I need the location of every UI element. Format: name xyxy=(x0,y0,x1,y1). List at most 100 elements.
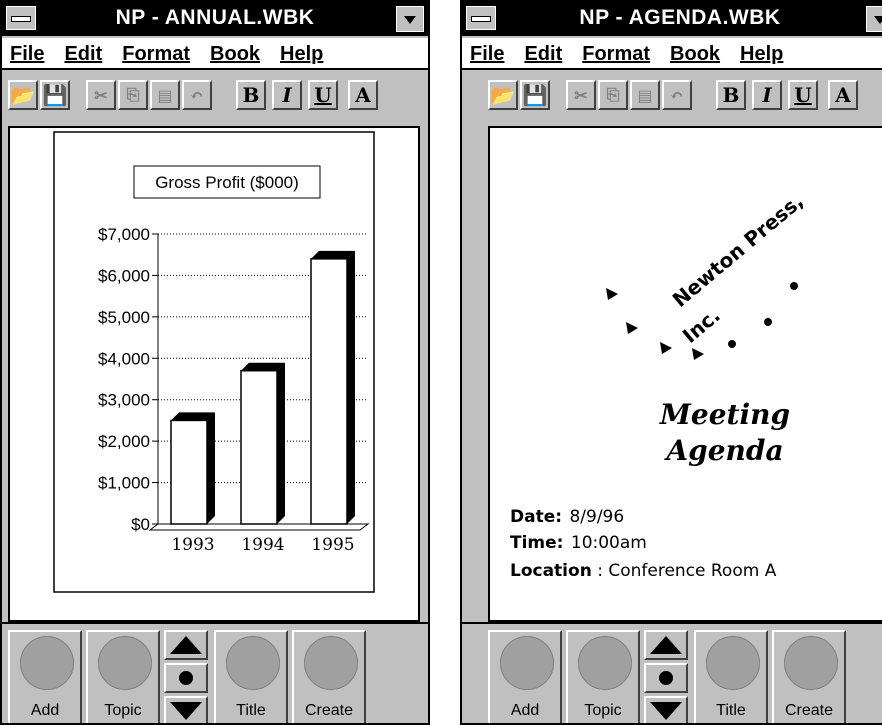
page-navigation xyxy=(164,630,208,723)
paste-icon[interactable]: ▤ xyxy=(630,80,660,110)
chart-title: Gross Profit ($000) xyxy=(155,173,299,192)
create-icon xyxy=(304,636,358,690)
bar-1994 xyxy=(240,369,278,525)
chart-floor xyxy=(148,523,370,531)
save-icon[interactable]: 💾 xyxy=(40,80,70,110)
undo-icon[interactable]: ↶ xyxy=(182,80,212,110)
system-menu-button[interactable] xyxy=(466,6,496,30)
font-button[interactable]: A xyxy=(348,80,378,110)
toolbar: 📂 💾 ✂ ⎘ ▤ ↶ B I U A xyxy=(462,74,882,114)
copy-icon[interactable]: ⎘ xyxy=(118,80,148,110)
open-folder-icon[interactable]: 📂 xyxy=(8,80,38,110)
add-button[interactable]: Add xyxy=(8,630,82,723)
agenda-window: NP - AGENDA.WBK File Edit Format Book He… xyxy=(460,0,882,725)
logo-arrow-mark xyxy=(626,322,638,334)
window-menu-button[interactable] xyxy=(866,6,882,32)
y-tick-label: $2,000 xyxy=(98,432,150,451)
y-tick-label: $0 xyxy=(131,515,150,534)
topic-page-icon xyxy=(98,636,152,690)
bar-side xyxy=(277,362,285,524)
topic-button[interactable]: Topic xyxy=(86,630,160,723)
bar-side xyxy=(347,250,355,524)
add-page-icon xyxy=(20,636,74,690)
menu-help[interactable]: Help xyxy=(740,38,783,68)
open-folder-icon[interactable]: 📂 xyxy=(488,80,518,110)
y-tick-label: $7,000 xyxy=(98,225,150,244)
x-tick-label: 1993 xyxy=(171,535,214,555)
topic-page-icon xyxy=(578,636,632,690)
italic-button[interactable]: I xyxy=(272,80,302,110)
menu-edit[interactable]: Edit xyxy=(64,38,102,68)
bold-button[interactable]: B xyxy=(236,80,266,110)
create-button-label: Create xyxy=(784,702,834,719)
topic-button-label: Topic xyxy=(584,702,622,719)
copy-icon[interactable]: ⎘ xyxy=(598,80,628,110)
annual-window: NP - ANNUAL.WBK File Edit Format Book He… xyxy=(0,0,430,725)
logo-arrow-mark xyxy=(660,342,672,354)
title-button-label: Title xyxy=(236,702,266,719)
topic-button[interactable]: Topic xyxy=(566,630,640,723)
next-page-button[interactable] xyxy=(164,696,208,723)
save-icon[interactable]: 💾 xyxy=(520,80,550,110)
bar-1993 xyxy=(170,419,208,525)
bar-side xyxy=(207,412,215,524)
document-page: Gross Profit ($000) $0 $1,000 $2,000 $3,000… xyxy=(8,126,420,622)
menu-bar: File Edit Format Book Help xyxy=(462,38,882,70)
underline-button[interactable]: U xyxy=(788,80,818,110)
toolbar: 📂 💾 ✂ ⎘ ▤ ↶ B I U A xyxy=(2,74,428,114)
x-tick-label: 1995 xyxy=(311,535,354,555)
title-bar[interactable]: NP - ANNUAL.WBK xyxy=(2,2,428,36)
title-button[interactable]: Title xyxy=(214,630,288,723)
previous-page-button[interactable] xyxy=(164,630,208,660)
menu-format[interactable]: Format xyxy=(122,38,190,68)
system-menu-button[interactable] xyxy=(6,6,36,30)
logo-company-name: Newton Press, xyxy=(668,189,808,312)
create-button[interactable]: Create xyxy=(292,630,366,723)
location-line: Location : Conference Room A xyxy=(510,561,777,581)
logo-dot xyxy=(764,318,772,326)
italic-button[interactable]: I xyxy=(752,80,782,110)
next-page-button[interactable] xyxy=(644,696,688,723)
logo-dot xyxy=(790,282,798,290)
gross-profit-chart: Gross Profit ($000) $0 $1,000 $2,000 $3,000… xyxy=(53,131,375,593)
bottom-bar: Add Topic Title Create xyxy=(2,622,428,723)
menu-help[interactable]: Help xyxy=(280,38,323,68)
undo-icon[interactable]: ↶ xyxy=(662,80,692,110)
menu-book[interactable]: Book xyxy=(210,38,260,68)
window-title: NP - ANNUAL.WBK xyxy=(115,6,315,29)
title-bar[interactable]: NP - AGENDA.WBK xyxy=(462,2,882,36)
cut-icon[interactable]: ✂ xyxy=(86,80,116,110)
underline-button[interactable]: U xyxy=(308,80,338,110)
heading-line-1: Meeting xyxy=(659,398,790,431)
time-line: Time: 10:00am xyxy=(510,533,647,553)
y-tick-label: $4,000 xyxy=(98,349,150,368)
open-book-icon xyxy=(706,636,760,690)
agenda-page: Newton Press, Inc. Meeting Agenda Date: … xyxy=(510,189,808,581)
paste-icon[interactable]: ▤ xyxy=(150,80,180,110)
menu-file[interactable]: File xyxy=(10,38,44,68)
menu-edit[interactable]: Edit xyxy=(524,38,562,68)
menu-file[interactable]: File xyxy=(470,38,504,68)
logo-dot xyxy=(728,340,736,348)
bold-button[interactable]: B xyxy=(716,80,746,110)
company-logo: Newton Press, Inc. xyxy=(606,189,808,360)
cut-icon[interactable]: ✂ xyxy=(566,80,596,110)
current-page-button[interactable] xyxy=(164,663,208,693)
page-navigation xyxy=(644,630,688,723)
menu-book[interactable]: Book xyxy=(670,38,720,68)
menu-bar: File Edit Format Book Help xyxy=(2,38,428,70)
font-button[interactable]: A xyxy=(828,80,858,110)
bar-1995 xyxy=(310,258,348,525)
topic-button-label: Topic xyxy=(104,702,142,719)
create-button[interactable]: Create xyxy=(772,630,846,723)
y-tick-label: $3,000 xyxy=(98,391,150,410)
add-button[interactable]: Add xyxy=(488,630,562,723)
previous-page-button[interactable] xyxy=(644,630,688,660)
title-button[interactable]: Title xyxy=(694,630,768,723)
bottom-bar: Add Topic Title Create xyxy=(462,622,882,723)
current-page-button[interactable] xyxy=(644,663,688,693)
add-page-icon xyxy=(500,636,554,690)
menu-format[interactable]: Format xyxy=(582,38,650,68)
window-menu-button[interactable] xyxy=(396,6,424,32)
title-button-label: Title xyxy=(716,702,746,719)
